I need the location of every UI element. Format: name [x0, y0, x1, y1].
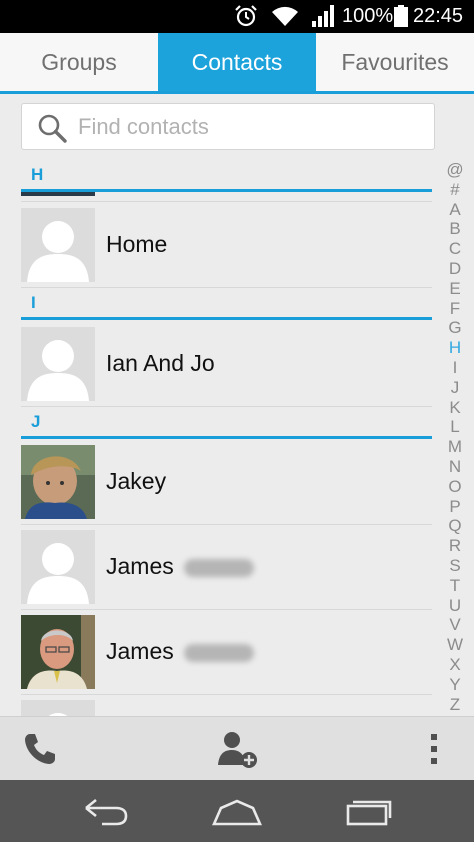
avatar	[21, 208, 95, 282]
contact-row-james[interactable]: James	[21, 525, 432, 610]
home-icon[interactable]	[211, 798, 263, 826]
contact-name: Home	[106, 231, 168, 257]
clock: 22:45	[413, 5, 464, 27]
default-avatar-icon	[21, 700, 95, 716]
tab-favourites[interactable]: Favourites	[316, 33, 474, 91]
contact-name: Ian And Jo	[106, 350, 215, 376]
index-letter[interactable]: T	[443, 576, 467, 596]
section-header-h: H	[21, 160, 432, 192]
signal-icon	[312, 5, 334, 27]
index-letter[interactable]: J	[443, 378, 467, 398]
avatar	[21, 700, 95, 716]
contact-photo	[21, 615, 95, 689]
index-letter[interactable]: O	[443, 477, 467, 497]
index-letter[interactable]: X	[443, 655, 467, 675]
partial-row-divider	[21, 192, 95, 196]
row-divider	[21, 201, 432, 202]
contact-row-jakey[interactable]: Jakey	[21, 440, 432, 525]
phone-icon[interactable]	[22, 731, 58, 767]
alarm-icon	[235, 5, 257, 27]
contact-first-name: James	[106, 638, 174, 664]
alphabet-index[interactable]: @ # A B C D E F G H I J K L M N O P Q R S T U V W X Y Z	[443, 160, 467, 716]
contact-name: James	[106, 553, 254, 580]
section-letter: J	[31, 412, 41, 431]
section-header-j: J	[21, 407, 432, 439]
obscured-surname	[183, 643, 254, 662]
back-icon[interactable]	[82, 798, 130, 826]
index-letter[interactable]: @	[443, 160, 467, 180]
battery-percentage: 100%	[342, 5, 394, 27]
tab-contacts[interactable]: Contacts	[158, 33, 316, 91]
index-letter[interactable]: I	[443, 358, 467, 378]
index-letter[interactable]: B	[443, 219, 467, 239]
index-letter[interactable]: U	[443, 596, 467, 616]
avatar-photo	[21, 445, 95, 519]
avatar	[21, 530, 95, 604]
index-letter[interactable]: E	[443, 279, 467, 299]
contact-list[interactable]: H Home I Ian And Jo J Jakey James James	[0, 160, 440, 716]
index-letter[interactable]: V	[443, 615, 467, 635]
tab-bar: Groups Contacts Favourites	[0, 33, 474, 94]
index-letter[interactable]: F	[443, 299, 467, 319]
contact-first-name: James	[106, 553, 174, 579]
default-avatar-icon	[21, 208, 95, 282]
search-box[interactable]	[21, 103, 435, 150]
avatar-photo	[21, 615, 95, 689]
status-bar: 100% 22:45	[0, 0, 474, 33]
contact-row-james-photo[interactable]: James	[21, 610, 432, 695]
index-letter[interactable]: Z	[443, 695, 467, 715]
contact-row-partial[interactable]	[21, 695, 432, 716]
index-letter[interactable]: K	[443, 398, 467, 418]
contact-name: James	[106, 638, 254, 665]
section-letter: H	[31, 165, 44, 184]
overflow-menu-icon[interactable]	[425, 731, 443, 767]
tab-groups[interactable]: Groups	[0, 33, 158, 91]
obscured-surname	[183, 558, 254, 577]
index-letter[interactable]: P	[443, 497, 467, 517]
contact-photo	[21, 445, 95, 519]
index-letter[interactable]: Q	[443, 516, 467, 536]
section-letter: I	[31, 293, 36, 312]
section-header-i: I	[21, 288, 432, 320]
index-letter[interactable]: #	[443, 180, 467, 200]
index-letter[interactable]: G	[443, 318, 467, 338]
index-letter[interactable]: W	[443, 635, 467, 655]
index-letter[interactable]: M	[443, 437, 467, 457]
wifi-icon	[272, 6, 298, 27]
battery-icon	[394, 5, 408, 27]
index-letter[interactable]: C	[443, 239, 467, 259]
default-avatar-icon	[21, 327, 95, 401]
index-letter[interactable]: H	[443, 338, 467, 358]
contact-row-home[interactable]: Home	[21, 203, 432, 288]
index-letter[interactable]: A	[443, 200, 467, 220]
bottom-action-bar	[0, 716, 474, 780]
search-input[interactable]	[78, 110, 418, 144]
index-letter[interactable]: L	[443, 417, 467, 437]
contact-name: Jakey	[106, 468, 167, 494]
index-letter[interactable]: R	[443, 536, 467, 556]
contact-row-ian-and-jo[interactable]: Ian And Jo	[21, 322, 432, 407]
avatar	[21, 327, 95, 401]
add-contact-icon[interactable]	[216, 729, 260, 769]
recent-apps-icon[interactable]	[345, 798, 393, 826]
index-letter[interactable]: D	[443, 259, 467, 279]
index-letter[interactable]: Y	[443, 675, 467, 695]
default-avatar-icon	[21, 530, 95, 604]
index-letter[interactable]: N	[443, 457, 467, 477]
navigation-bar	[0, 780, 474, 842]
index-letter[interactable]: S	[443, 556, 467, 576]
search-icon	[38, 114, 67, 143]
